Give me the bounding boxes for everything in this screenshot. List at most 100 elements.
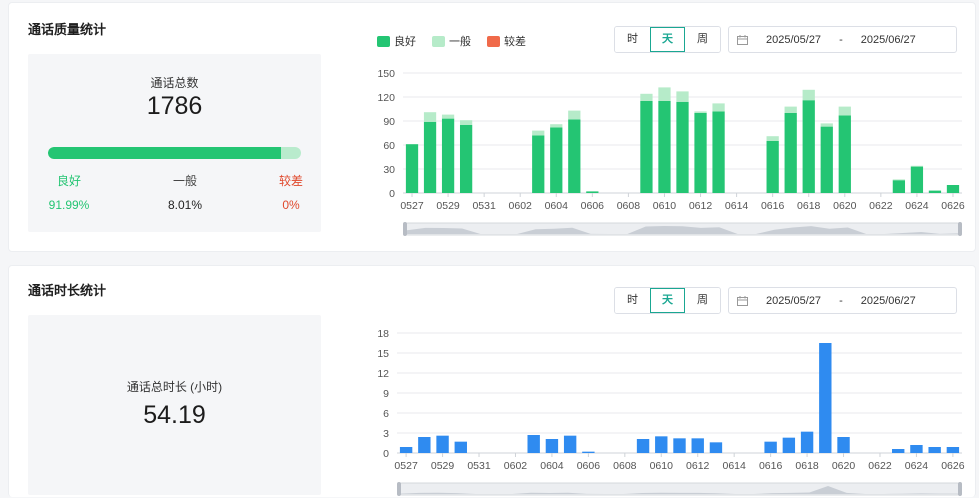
- duration-day-button[interactable]: 天: [650, 288, 685, 313]
- bar[interactable]: [820, 126, 833, 193]
- duration-week-button[interactable]: 周: [685, 288, 720, 313]
- x-tick-label: 0610: [650, 460, 674, 472]
- quality-week-button[interactable]: 周: [685, 27, 720, 52]
- quality-date-end[interactable]: 2025/06/27: [861, 34, 916, 46]
- bar[interactable]: [550, 127, 563, 193]
- x-tick-label: 0529: [436, 200, 460, 212]
- bar[interactable]: [782, 437, 796, 453]
- data-zoom-handle-right[interactable]: [958, 482, 962, 496]
- x-tick-label: 0624: [905, 460, 929, 472]
- poor-label: 较差: [278, 174, 303, 188]
- bar[interactable]: [802, 100, 815, 193]
- bar[interactable]: [946, 185, 960, 193]
- legend-item-good[interactable]: 良好: [377, 33, 416, 49]
- bar[interactable]: [837, 437, 850, 453]
- bar[interactable]: [545, 439, 559, 453]
- duration-date-range-picker[interactable]: 2025/05/27 - 2025/06/27: [728, 287, 957, 314]
- quality-normal-col: 一般 8.01%: [140, 172, 230, 212]
- duration-date-end[interactable]: 2025/06/27: [861, 295, 916, 307]
- bar[interactable]: [838, 115, 851, 193]
- duration-date-separator: -: [839, 294, 843, 307]
- data-zoom-handle-left[interactable]: [403, 222, 407, 236]
- bar[interactable]: [673, 438, 686, 453]
- bar[interactable]: [928, 447, 941, 453]
- bar[interactable]: [892, 179, 906, 181]
- quality-date-start[interactable]: 2025/05/27: [766, 34, 821, 46]
- bar[interactable]: [399, 447, 413, 453]
- bar[interactable]: [766, 136, 779, 141]
- x-tick-label: 0612: [689, 200, 713, 212]
- quality-day-button[interactable]: 天: [650, 27, 685, 52]
- bar[interactable]: [568, 119, 581, 193]
- bar[interactable]: [766, 141, 779, 193]
- bar[interactable]: [405, 144, 419, 193]
- bar[interactable]: [892, 449, 905, 453]
- bar[interactable]: [709, 442, 723, 453]
- bar[interactable]: [676, 101, 689, 193]
- bar[interactable]: [423, 121, 437, 193]
- bar[interactable]: [910, 165, 924, 167]
- quality-poor-col: 较差 0%: [246, 172, 336, 212]
- bar[interactable]: [819, 343, 832, 453]
- data-zoom-handle-right[interactable]: [958, 222, 962, 236]
- quality-legend[interactable]: 良好 一般 较差: [377, 33, 526, 49]
- bar[interactable]: [586, 191, 599, 193]
- bar[interactable]: [658, 87, 671, 101]
- duration-hour-button[interactable]: 时: [615, 288, 650, 313]
- bar[interactable]: [532, 130, 545, 136]
- bar[interactable]: [636, 439, 650, 453]
- bar[interactable]: [550, 124, 563, 128]
- bar[interactable]: [582, 451, 595, 453]
- bar[interactable]: [423, 112, 437, 122]
- legend-label-normal: 一般: [449, 36, 471, 48]
- data-zoom-handle-left[interactable]: [397, 482, 401, 496]
- bar[interactable]: [568, 110, 581, 120]
- bar[interactable]: [712, 103, 725, 112]
- bar[interactable]: [910, 445, 923, 453]
- bar[interactable]: [459, 120, 473, 125]
- duration-date-start[interactable]: 2025/05/27: [766, 295, 821, 307]
- x-tick-label: 0602: [504, 460, 528, 472]
- bar[interactable]: [784, 106, 797, 113]
- bar[interactable]: [694, 111, 707, 113]
- bar[interactable]: [691, 438, 704, 453]
- legend-item-poor[interactable]: 较差: [487, 33, 526, 49]
- bar[interactable]: [928, 190, 942, 193]
- bar[interactable]: [640, 93, 653, 101]
- bar[interactable]: [658, 101, 671, 193]
- bar[interactable]: [676, 91, 689, 102]
- bar[interactable]: [820, 123, 833, 127]
- bar[interactable]: [764, 441, 777, 453]
- bar[interactable]: [655, 436, 668, 453]
- bar[interactable]: [910, 166, 924, 193]
- legend-item-normal[interactable]: 一般: [432, 33, 471, 49]
- y-tick-label: 6: [383, 408, 389, 420]
- bar[interactable]: [946, 447, 960, 453]
- quality-hour-button[interactable]: 时: [615, 27, 650, 52]
- bar[interactable]: [532, 135, 545, 193]
- bar[interactable]: [436, 435, 449, 453]
- bar[interactable]: [441, 118, 455, 193]
- bar[interactable]: [802, 89, 815, 101]
- bar[interactable]: [694, 113, 707, 193]
- y-tick-label: 12: [377, 368, 389, 380]
- bar[interactable]: [838, 106, 851, 116]
- bar[interactable]: [640, 101, 653, 193]
- x-tick-label: 0531: [472, 200, 496, 212]
- x-tick-label: 0614: [725, 200, 749, 212]
- duration-summary: 通话总时长 (小时) 54.19: [28, 315, 321, 495]
- x-tick-label: 0606: [577, 460, 601, 472]
- duration-bar-chart: 0 3 6 9 12 15 18 0527 0529 0531 0602 0604 0606 0608 06…: [377, 328, 965, 496]
- duration-title: 通话时长统计: [28, 283, 107, 298]
- bar[interactable]: [454, 441, 467, 453]
- bar[interactable]: [800, 431, 814, 453]
- bar[interactable]: [892, 180, 906, 193]
- quality-date-range-picker[interactable]: 2025/05/27 - 2025/06/27: [728, 26, 957, 53]
- bar[interactable]: [441, 114, 455, 119]
- bar[interactable]: [418, 437, 431, 453]
- bar[interactable]: [784, 113, 797, 193]
- bar[interactable]: [712, 111, 725, 193]
- bar[interactable]: [527, 435, 540, 453]
- bar[interactable]: [563, 435, 577, 453]
- bar[interactable]: [459, 125, 473, 193]
